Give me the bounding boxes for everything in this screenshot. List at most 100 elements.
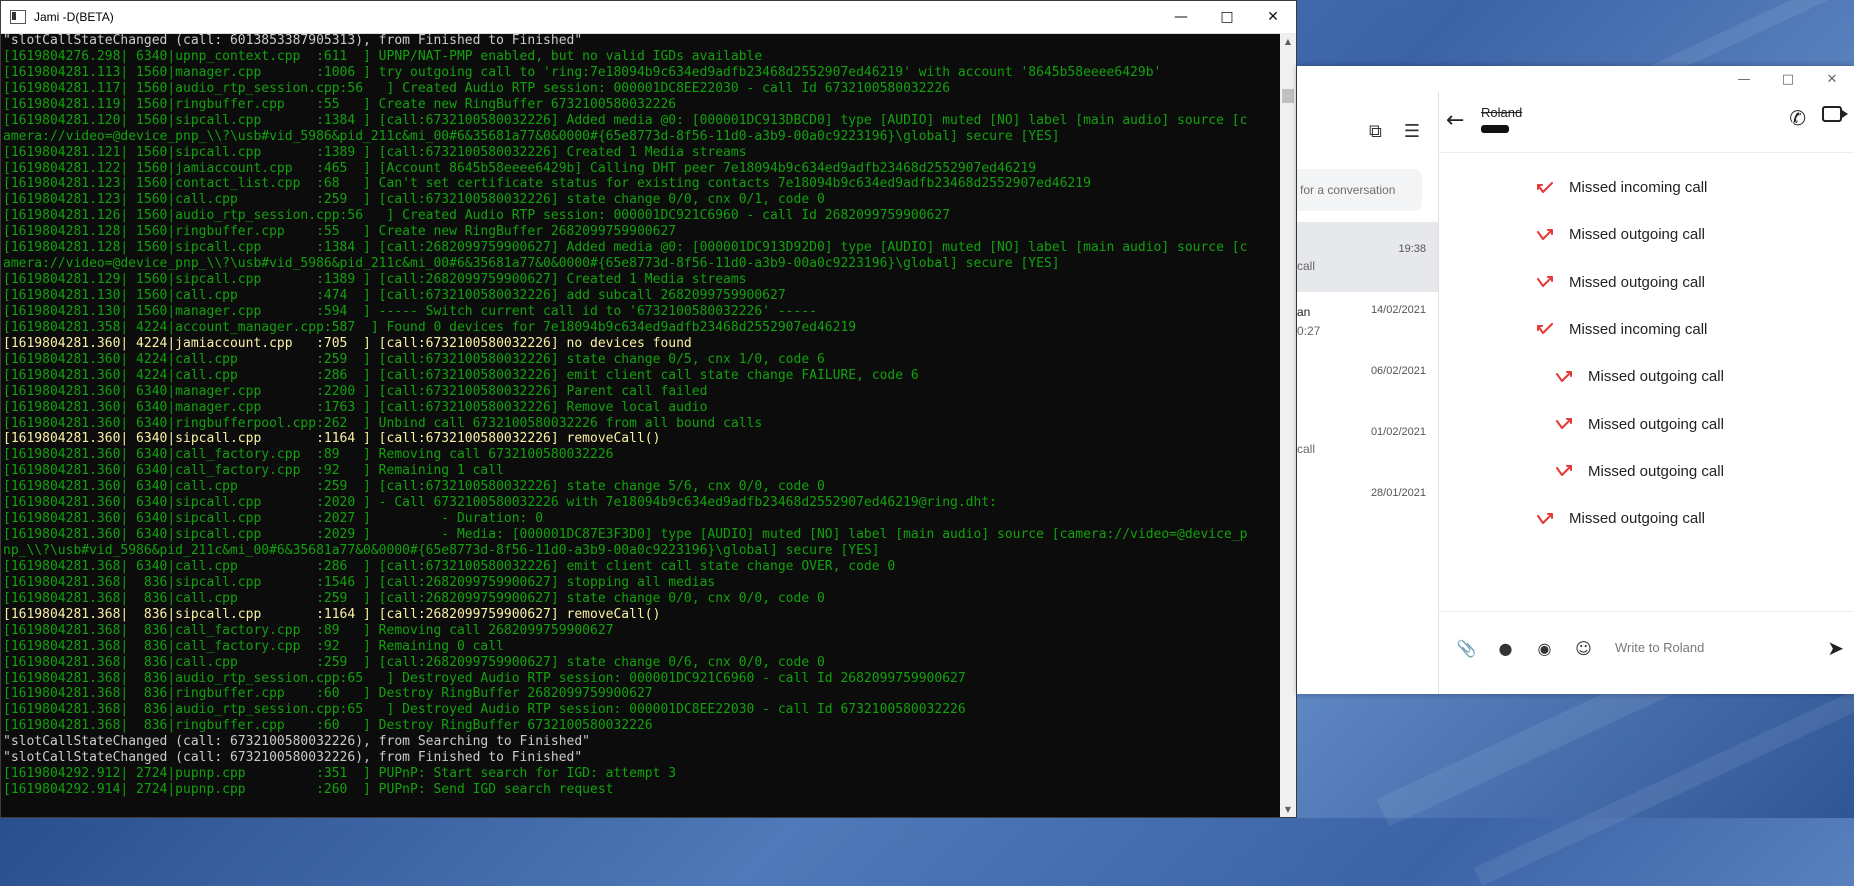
back-arrow-icon[interactable]: ← xyxy=(1446,108,1464,133)
console-line: np_\\?\usb#vid_5986&pid_211c&mi_00#6&356… xyxy=(3,543,880,558)
conversation-item[interactable]: 06/02/2021 xyxy=(1297,344,1438,414)
share-icon[interactable]: ⧉ xyxy=(1369,121,1382,142)
console-line: amera://video=@device_pnp_\\?\usb#vid_59… xyxy=(3,256,1060,272)
console-line: [1619804281.360| 4224|call.cpp :259 ] [c… xyxy=(3,351,825,367)
scroll-down-icon[interactable]: ▼ xyxy=(1280,801,1296,817)
video-call-icon[interactable] xyxy=(1822,106,1848,122)
minimize-button[interactable]: — xyxy=(1158,1,1204,33)
conversation-item[interactable]: 19:38 call xyxy=(1297,222,1438,292)
console-window: Jami -D(BETA) — □ ✕ "slotCallStateChange… xyxy=(0,0,1297,818)
message-text: Missed outgoing call xyxy=(1588,462,1724,480)
console-line: [1619804281.123| 1560|call.cpp :259 ] [c… xyxy=(3,192,825,208)
console-line: [1619804281.129| 1560|sipcall.cpp :1389 … xyxy=(3,272,747,288)
send-icon[interactable]: ➤ xyxy=(1827,636,1844,660)
conversation-name: an xyxy=(1297,305,1311,319)
missed-call-message: Missed outgoing call xyxy=(1537,274,1705,291)
window-title: Jami -D(BETA) xyxy=(34,10,114,24)
console-line: [1619804281.368| 836|audio_rtp_session.c… xyxy=(3,670,966,686)
console-line: [1619804281.368| 836|call_factory.cpp :8… xyxy=(3,622,614,638)
missed-call-message: Missed outgoing call xyxy=(1556,416,1724,433)
console-line: [1619804281.368| 836|ringbuffer.cpp :60 … xyxy=(3,686,653,702)
conversation-item[interactable]: 01/02/2021 call xyxy=(1297,405,1438,475)
conversation-time: 06/02/2021 xyxy=(1370,365,1426,377)
search-placeholder: for a conversation xyxy=(1300,183,1396,197)
message-text: Missed incoming call xyxy=(1569,179,1708,196)
jami-window: — □ ✕ ⧉ ☰ for a conversation 19:38 call 14… xyxy=(1297,66,1854,694)
jami-maximize-button[interactable]: □ xyxy=(1766,66,1810,92)
console-line: [1619804281.119| 1560|ringbuffer.cpp :55… xyxy=(3,96,677,112)
missed-call-message: Missed outgoing call xyxy=(1556,463,1724,480)
console-line: [1619804281.360| 6340|manager.cpp :1763 … xyxy=(3,399,708,415)
conversation-item[interactable]: 14/02/2021 an 0:27 xyxy=(1297,283,1438,353)
console-line: [1619804281.360| 6340|sipcall.cpp :2029 … xyxy=(3,527,1248,543)
console-line: [1619804281.117| 1560|audio_rtp_session.… xyxy=(3,80,951,96)
console-line: [1619804281.368| 836|ringbuffer.cpp :60 … xyxy=(3,718,653,734)
console-line: [1619804281.128| 1560|ringbuffer.cpp :55… xyxy=(3,224,677,240)
missed-call-message: Missed outgoing call xyxy=(1556,368,1724,385)
console-line: "slotCallStateChanged (call: 60138533879… xyxy=(3,33,583,48)
message-text: Missed outgoing call xyxy=(1588,415,1724,433)
console-line: [1619804281.368| 6340|call.cpp :286 ] [c… xyxy=(3,558,896,574)
conversation-time: 01/02/2021 xyxy=(1370,426,1426,438)
missed-incoming-icon xyxy=(1537,181,1553,194)
attach-icon[interactable]: 📎 xyxy=(1457,639,1477,658)
jami-minimize-button[interactable]: — xyxy=(1722,66,1766,92)
video-message-icon[interactable]: ◉ xyxy=(1536,639,1553,658)
missed-outgoing-icon xyxy=(1556,370,1572,383)
conversation-sidebar: ⧉ ☰ for a conversation 19:38 call 14/02/20… xyxy=(1297,92,1439,694)
chat-footer: 📎 ● ◉ ☺ Write to Roland ➤ xyxy=(1438,611,1854,694)
console-line: [1619804276.298| 6340|upnp_context.cpp :… xyxy=(3,48,763,64)
console-line: [1619804281.368| 836|call_factory.cpp :9… xyxy=(3,638,504,654)
jami-close-button[interactable]: ✕ xyxy=(1810,66,1854,92)
console-line: [1619804281.126| 1560|audio_rtp_session.… xyxy=(3,208,951,224)
chat-panel: ← Roland ✆ Missed incoming call Missed ou… xyxy=(1438,92,1854,694)
console-output: "slotCallStateChanged (call: 60138533879… xyxy=(1,33,1280,817)
console-line: [1619804281.128| 1560|sipcall.cpp :1384 … xyxy=(3,240,1248,256)
console-line: [1619804281.368| 836|call.cpp :259 ] [ca… xyxy=(3,654,825,670)
scroll-thumb[interactable] xyxy=(1282,89,1294,103)
message-input[interactable]: Write to Roland xyxy=(1615,640,1704,655)
console-line: [1619804281.360| 6340|sipcall.cpp :2020 … xyxy=(3,495,997,511)
console-line: amera://video=@device_pnp_\\?\usb#vid_59… xyxy=(3,128,1060,144)
missed-outgoing-icon xyxy=(1537,512,1553,525)
console-line: [1619804281.358| 4224|account_manager.cp… xyxy=(3,319,857,335)
settings-sliders-icon[interactable]: ☰ xyxy=(1404,121,1420,142)
console-scrollbar[interactable]: ▲ ▼ xyxy=(1280,33,1296,817)
console-line: [1619804281.120| 1560|sipcall.cpp :1384 … xyxy=(3,112,1248,128)
console-line: [1619804281.360| 6340|ringbufferpool.cpp… xyxy=(3,415,763,431)
search-input[interactable]: for a conversation xyxy=(1297,169,1422,211)
console-app-icon xyxy=(10,10,26,24)
missed-call-message: Missed outgoing call xyxy=(1537,226,1705,243)
console-line: [1619804281.368| 836|audio_rtp_session.c… xyxy=(3,702,966,718)
emoji-icon[interactable]: ☺ xyxy=(1575,639,1592,658)
missed-outgoing-icon xyxy=(1537,276,1553,288)
scroll-up-icon[interactable]: ▲ xyxy=(1280,33,1296,49)
redacted-id xyxy=(1481,125,1509,133)
console-titlebar[interactable]: Jami -D(BETA) — □ ✕ xyxy=(1,1,1296,34)
console-line: "slotCallStateChanged (call: 67321005800… xyxy=(3,750,583,766)
console-line: [1619804281.130| 1560|manager.cpp :594 ]… xyxy=(3,303,817,319)
message-text: Missed outgoing call xyxy=(1569,273,1705,291)
console-line: [1619804281.360| 6340|sipcall.cpp :1164 … xyxy=(3,431,661,447)
maximize-button[interactable]: □ xyxy=(1204,1,1250,33)
missed-outgoing-icon xyxy=(1556,418,1572,430)
conversation-subtitle: call xyxy=(1297,442,1316,456)
message-text: Missed outgoing call xyxy=(1569,510,1705,528)
console-line: [1619804281.360| 6340|manager.cpp :2200 … xyxy=(3,383,708,399)
console-line: [1619804281.360| 6340|sipcall.cpp :2027 … xyxy=(3,511,544,527)
console-line: [1619804281.123| 1560|contact_list.cpp :… xyxy=(3,176,1091,192)
message-text: Missed incoming call xyxy=(1569,320,1708,338)
close-button[interactable]: ✕ xyxy=(1250,1,1296,33)
conversation-subtitle: call xyxy=(1297,259,1316,273)
chat-header: ← Roland ✆ xyxy=(1438,92,1854,153)
console-line: "slotCallStateChanged (call: 67321005800… xyxy=(3,734,590,750)
contact-name: Roland xyxy=(1481,105,1523,120)
conversation-item[interactable]: 28/01/2021 xyxy=(1297,466,1438,536)
console-line: [1619804281.360| 6340|call_factory.cpp :… xyxy=(3,447,614,463)
missed-call-message: Missed outgoing call xyxy=(1537,510,1705,527)
audio-message-icon[interactable]: ● xyxy=(1497,639,1514,658)
console-line: [1619804292.912| 2724|pupnp.cpp :351 ] P… xyxy=(3,766,677,782)
message-text: Missed outgoing call xyxy=(1588,368,1724,386)
phone-icon[interactable]: ✆ xyxy=(1789,106,1806,130)
console-line: [1619804281.113| 1560|manager.cpp :1006 … xyxy=(3,64,1162,80)
